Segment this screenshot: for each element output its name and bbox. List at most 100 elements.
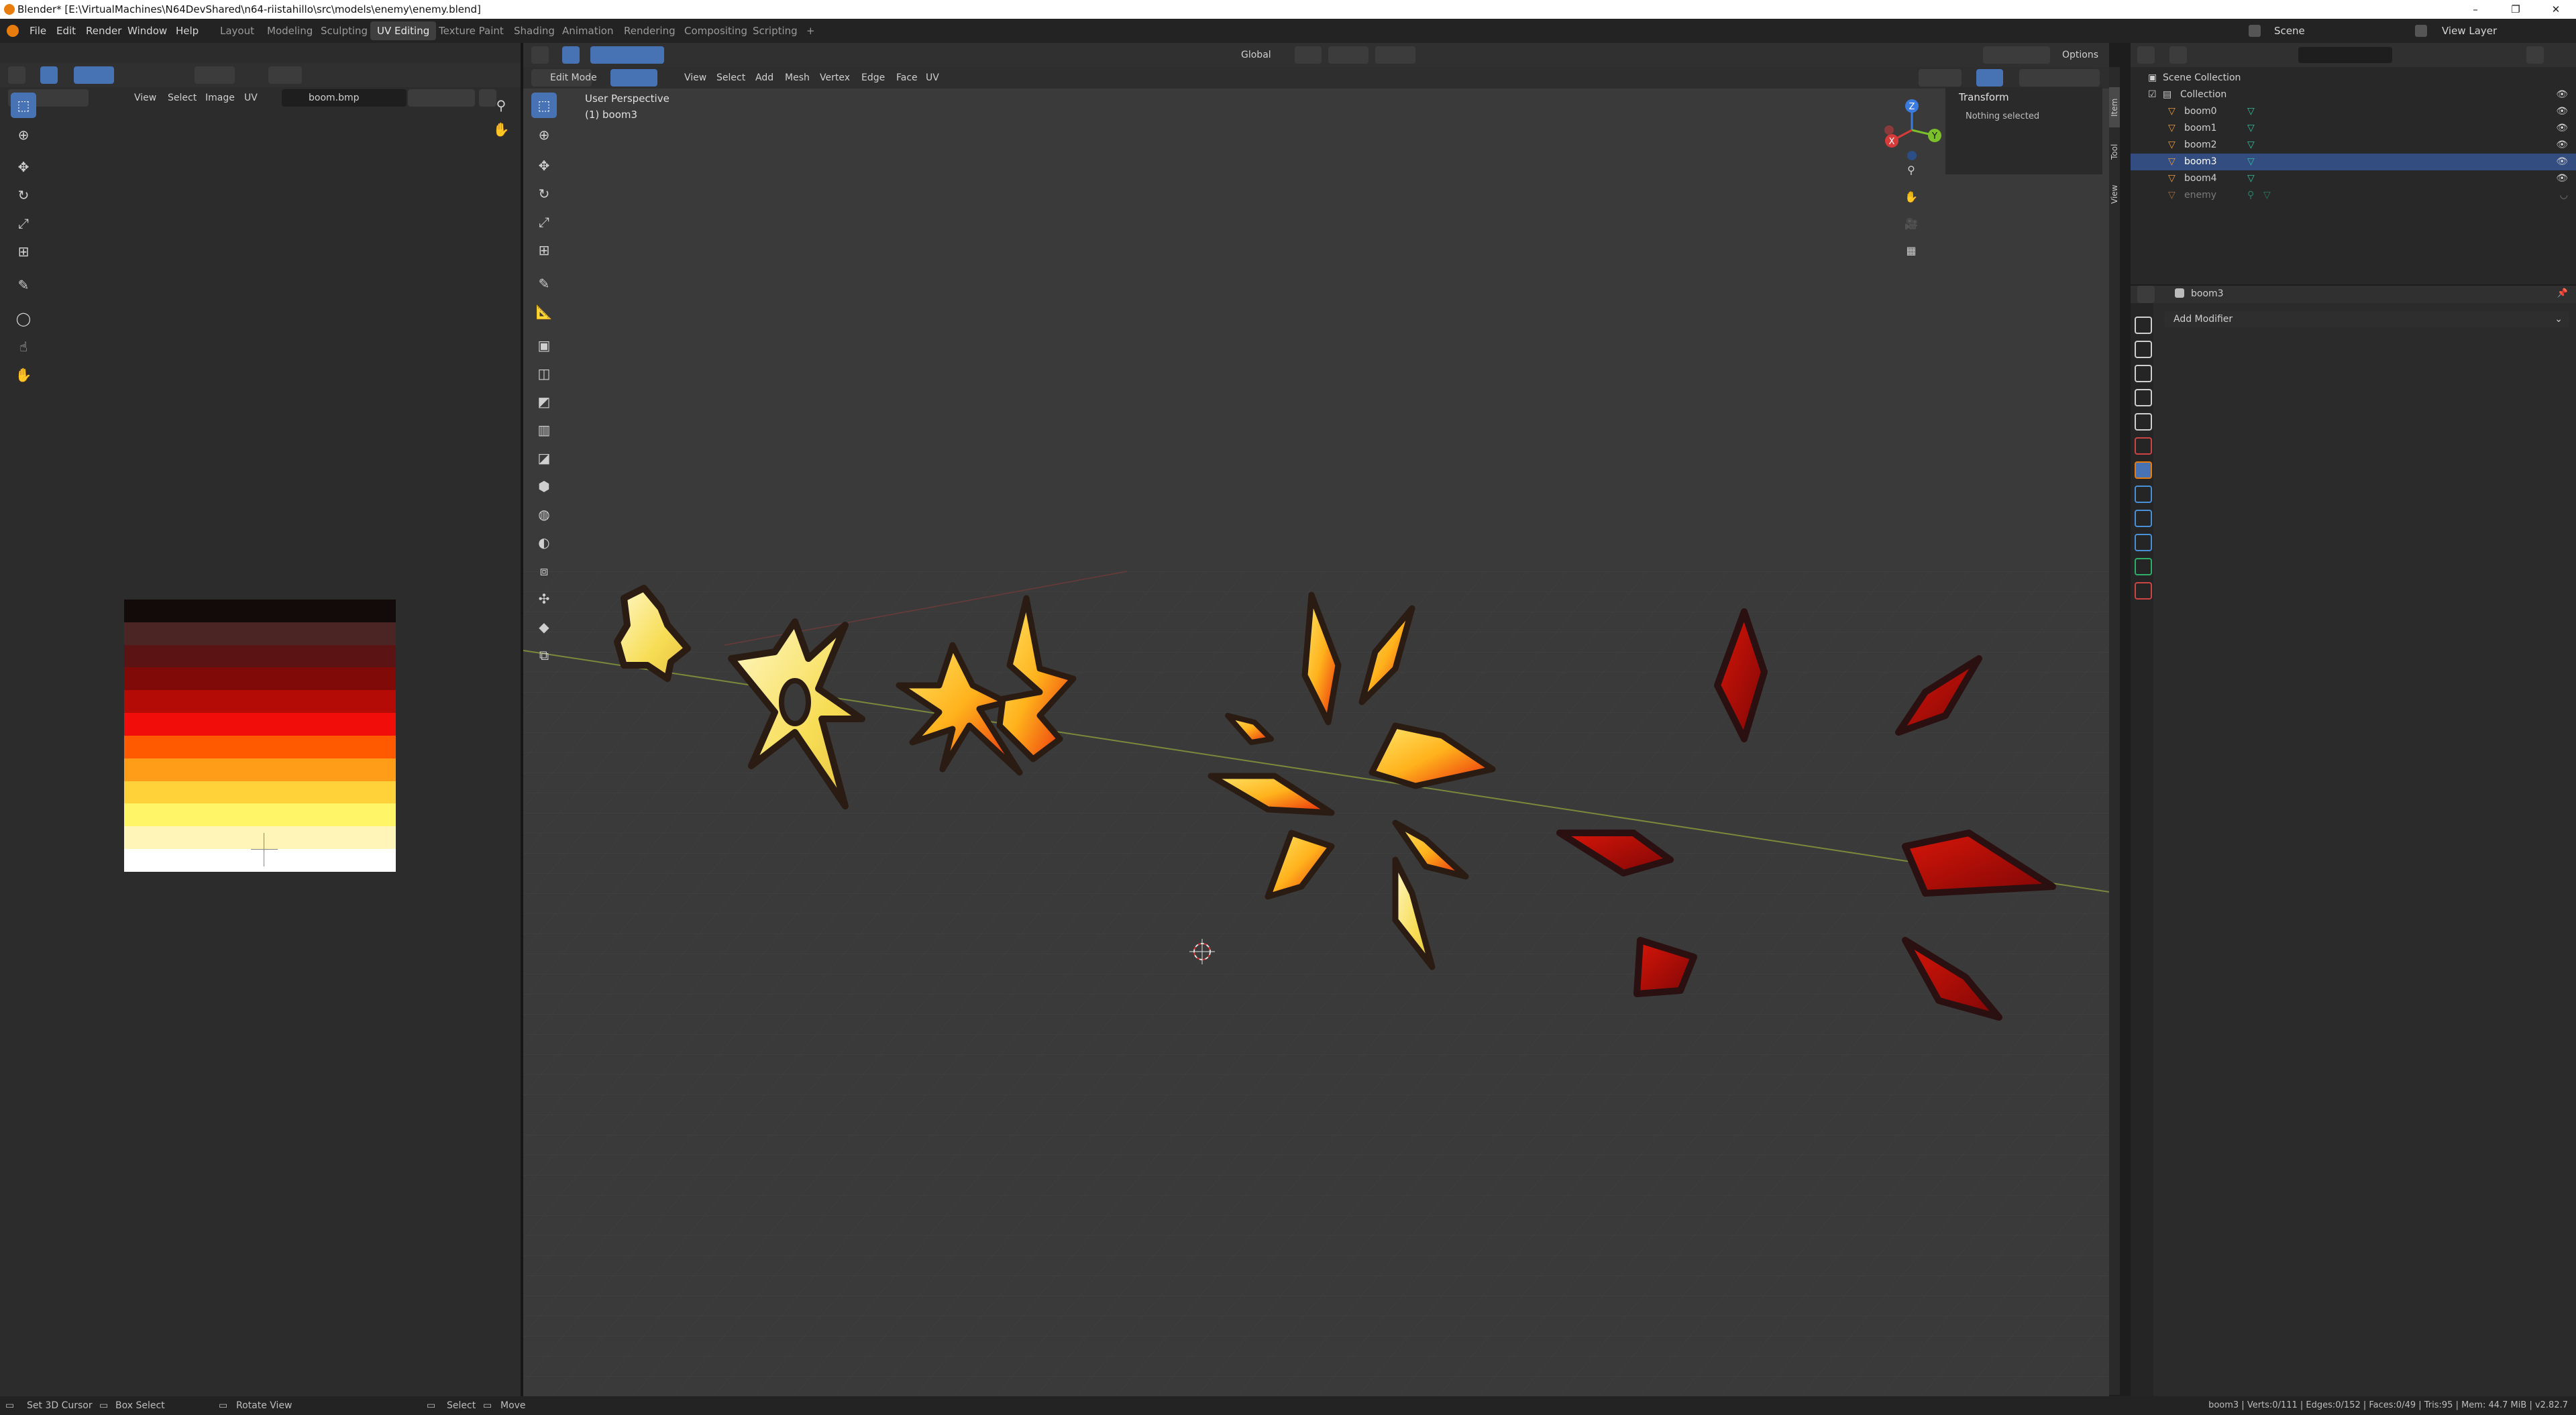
uv-pan-icon[interactable]: ✋ bbox=[488, 117, 514, 142]
properties-editor-type[interactable] bbox=[2137, 286, 2155, 303]
uv-tool-rotate[interactable]: ↻ bbox=[11, 182, 36, 208]
tool-knife[interactable]: ◪ bbox=[531, 445, 557, 471]
tool-select-box[interactable]: ⬚ bbox=[531, 93, 557, 118]
uv-tool-grab[interactable]: ☝ bbox=[11, 334, 36, 359]
uv-tool-transform[interactable]: ⊞ bbox=[11, 239, 36, 264]
tab-sculpting[interactable]: Sculpting bbox=[314, 21, 374, 40]
uv-tool-pinch[interactable]: ✋ bbox=[11, 362, 36, 388]
pan-icon[interactable]: ✋ bbox=[1901, 186, 1921, 207]
properties-tab-icon[interactable] bbox=[2135, 534, 2152, 551]
image-selector[interactable]: boom.bmp bbox=[282, 89, 407, 107]
maximize-button[interactable]: ❐ bbox=[2496, 0, 2536, 19]
properties-tab-icon[interactable] bbox=[2135, 582, 2152, 600]
scene-selector[interactable]: Scene bbox=[2274, 19, 2305, 43]
outliner-item-boom2[interactable]: ▽ boom2 ▽ 👁 bbox=[2131, 137, 2576, 154]
viewport-menu-add[interactable]: Add bbox=[755, 69, 773, 87]
tool-extrude[interactable]: ▣ bbox=[531, 333, 557, 358]
tab-scripting[interactable]: Scripting bbox=[746, 21, 804, 40]
filter-icon[interactable] bbox=[2526, 46, 2544, 64]
viewport-menu-uv[interactable]: UV bbox=[926, 69, 939, 87]
tab-layout[interactable]: Layout bbox=[213, 21, 261, 40]
minimize-button[interactable]: – bbox=[2455, 0, 2496, 19]
transform-panel-title[interactable]: Transform bbox=[1959, 91, 2009, 103]
eye-icon[interactable]: 👁 bbox=[2556, 120, 2568, 137]
viewport-menu-edge[interactable]: Edge bbox=[861, 69, 885, 87]
view-layer-selector[interactable]: View Layer bbox=[2442, 19, 2497, 43]
tab-item[interactable]: Item bbox=[2109, 87, 2120, 127]
eye-hidden-icon[interactable]: ◡ bbox=[2560, 187, 2568, 204]
uv-tool-scale[interactable]: ⤢ bbox=[11, 211, 36, 236]
viewport-menu-face[interactable]: Face bbox=[896, 69, 918, 87]
viewport-menu-mesh[interactable]: Mesh bbox=[785, 69, 810, 87]
tab-modeling[interactable]: Modeling bbox=[260, 21, 319, 40]
eye-icon[interactable]: 👁 bbox=[2556, 154, 2568, 170]
editor-type-icon[interactable] bbox=[8, 66, 25, 84]
uv-select-mode-group[interactable] bbox=[74, 66, 114, 84]
viewport-menu-select[interactable]: Select bbox=[716, 69, 745, 87]
pin-icon[interactable]: 📌 bbox=[2557, 288, 2568, 298]
outliner-editor-type[interactable] bbox=[2137, 46, 2155, 64]
properties-tab-icon[interactable] bbox=[2135, 510, 2152, 527]
tab-animation[interactable]: Animation bbox=[555, 21, 620, 40]
outliner-item-boom0[interactable]: ▽ boom0 ▽ 👁 bbox=[2131, 103, 2576, 120]
snap-icon[interactable] bbox=[268, 66, 302, 84]
eye-icon[interactable]: 👁 bbox=[2556, 103, 2568, 120]
uv-tool-annotate[interactable]: ✎ bbox=[11, 272, 36, 298]
outliner[interactable]: ▣ Scene Collection ☑ ▤ Collection 👁 ▽ bo… bbox=[2131, 43, 2576, 284]
outliner-item-enemy[interactable]: ▽ enemy ⚲ ▽ ◡ bbox=[2131, 187, 2576, 204]
image-actions[interactable] bbox=[408, 89, 475, 107]
grid-toggle-icon[interactable]: ▦ bbox=[1901, 240, 1921, 260]
tool-shrink[interactable]: ✣ bbox=[531, 586, 557, 612]
viewport-select-icon[interactable] bbox=[562, 46, 580, 64]
tool-inset[interactable]: ◫ bbox=[531, 361, 557, 386]
zoom-icon[interactable]: ⚲ bbox=[1901, 160, 1921, 180]
tool-bevel[interactable]: ◩ bbox=[531, 389, 557, 414]
tool-spin[interactable]: ◍ bbox=[531, 502, 557, 527]
outliner-item-boom1[interactable]: ▽ boom1 ▽ 👁 bbox=[2131, 120, 2576, 137]
properties-tab-icon[interactable] bbox=[2135, 341, 2152, 358]
properties-tab-icon[interactable] bbox=[2135, 389, 2152, 406]
tab-compositing[interactable]: Compositing bbox=[678, 21, 754, 40]
select-tool-icon[interactable] bbox=[40, 66, 58, 84]
proportional-edit[interactable] bbox=[1375, 46, 1415, 64]
properties-tab-icon[interactable] bbox=[2135, 558, 2152, 575]
uv-menu-uv[interactable]: UV bbox=[244, 89, 258, 107]
camera-icon[interactable]: 🎥 bbox=[1901, 213, 1921, 233]
visibility-toggle[interactable] bbox=[1919, 69, 1962, 87]
blender-menu-icon[interactable] bbox=[7, 25, 19, 37]
scene-collection-row[interactable]: ▣ Scene Collection bbox=[2131, 70, 2576, 87]
tab-texture-paint[interactable]: Texture Paint bbox=[432, 21, 511, 40]
tool-scale[interactable]: ⤢ bbox=[531, 209, 557, 235]
viewport-editor-type[interactable] bbox=[531, 46, 549, 64]
tool-cursor[interactable]: ⊕ bbox=[531, 122, 557, 148]
eye-icon[interactable]: 👁 bbox=[2556, 87, 2568, 103]
collection-row[interactable]: ☑ ▤ Collection 👁 bbox=[2131, 87, 2576, 103]
shading-modes[interactable] bbox=[2019, 69, 2100, 87]
uv-menu-image[interactable]: Image bbox=[205, 89, 235, 107]
properties-tab-icon[interactable] bbox=[2135, 413, 2152, 431]
menu-help[interactable]: Help bbox=[176, 19, 199, 43]
tab-tool[interactable]: Tool bbox=[2109, 131, 2120, 172]
uv-tool-move[interactable]: ✥ bbox=[11, 154, 36, 180]
viewport-menu-vertex[interactable]: Vertex bbox=[820, 69, 850, 87]
mode-selector[interactable]: Edit Mode bbox=[550, 69, 597, 87]
tab-uv-editing[interactable]: UV Editing bbox=[370, 21, 437, 40]
outliner-item-boom4[interactable]: ▽ boom4 ▽ 👁 bbox=[2131, 170, 2576, 187]
outliner-display-mode[interactable] bbox=[2169, 46, 2187, 64]
tool-move[interactable]: ✥ bbox=[531, 153, 557, 178]
properties-editor[interactable]: boom3 📌 Add Modifier ⌄ bbox=[2131, 286, 2576, 1396]
menu-render[interactable]: Render bbox=[86, 19, 121, 43]
menu-edit[interactable]: Edit bbox=[56, 19, 76, 43]
add-modifier-button[interactable]: Add Modifier ⌄ bbox=[2164, 311, 2569, 327]
uv-editor[interactable]: View Select Image UV boom.bmp ⬚ ⊕ ✥ ↻ ⤢ … bbox=[0, 43, 521, 1396]
mode-selector-box[interactable]: Edit Mode bbox=[531, 69, 597, 87]
tool-annotate[interactable]: ✎ bbox=[531, 271, 557, 296]
properties-tab-icon[interactable] bbox=[2135, 461, 2152, 479]
pivot-icon[interactable] bbox=[195, 66, 235, 84]
snap-toggle[interactable] bbox=[1328, 46, 1368, 64]
tool-poly-build[interactable]: ⬢ bbox=[531, 473, 557, 499]
uv-tool-cut[interactable]: ◯ bbox=[11, 306, 36, 331]
properties-tab-icon[interactable] bbox=[2135, 317, 2152, 334]
tool-rip[interactable]: ⧉ bbox=[531, 642, 557, 668]
close-button[interactable]: ✕ bbox=[2536, 0, 2576, 19]
